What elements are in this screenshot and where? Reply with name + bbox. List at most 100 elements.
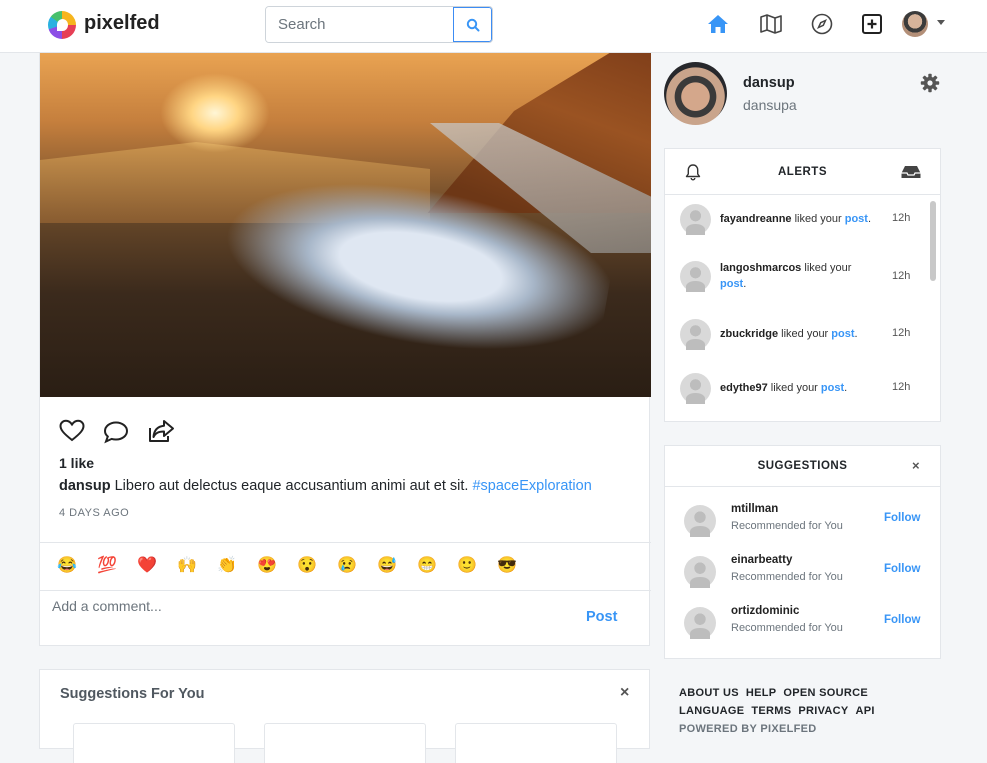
avatar[interactable] [684, 607, 716, 639]
alert-item[interactable]: zbuckridge liked your post. 12h [665, 316, 927, 356]
plus-square-icon[interactable] [860, 12, 884, 36]
footer-link-help[interactable]: HELP [746, 687, 777, 699]
profile-name[interactable]: dansup [743, 75, 795, 91]
follow-button[interactable]: Follow [884, 614, 920, 626]
alert-time: 12h [892, 212, 911, 224]
suggestion-username[interactable]: ortizdominic [731, 605, 799, 617]
alert-item[interactable]: edythe97 liked your post. 12h [665, 371, 927, 411]
suggestions-for-you-title: Suggestions For You [60, 686, 205, 702]
emoji-button[interactable]: 🙂 [457, 555, 477, 577]
alert-username[interactable]: edythe97 [720, 382, 768, 394]
search-button[interactable] [453, 7, 492, 42]
avatar[interactable] [680, 261, 711, 292]
emoji-button[interactable]: 😢 [337, 555, 357, 577]
emoji-button[interactable]: 😯 [297, 555, 317, 577]
comment-icon[interactable] [103, 420, 129, 449]
pixelfed-logo[interactable] [48, 11, 76, 39]
footer-link-about[interactable]: ABOUT US [679, 687, 739, 699]
avatar[interactable] [684, 556, 716, 588]
avatar[interactable] [684, 505, 716, 537]
footer-link-terms[interactable]: TERMS [751, 705, 791, 717]
avatar[interactable] [680, 373, 711, 404]
caption-text: Libero aut delectus eaque accusantium an… [114, 478, 469, 494]
emoji-button[interactable]: 👏 [217, 555, 237, 577]
alert-time: 12h [892, 270, 911, 282]
hashtag-link[interactable]: #spaceExploration [472, 478, 591, 494]
alert-username[interactable]: zbuckridge [720, 328, 778, 340]
suggestion-subtitle: Recommended for You [731, 571, 843, 583]
suggestion-username[interactable]: einarbeatty [731, 554, 792, 566]
suggestion-username[interactable]: mtillman [731, 503, 778, 515]
follow-button[interactable]: Follow [884, 563, 920, 575]
avatar[interactable] [680, 204, 711, 235]
comment-input[interactable]: Add a comment... [52, 598, 162, 614]
avatar[interactable] [680, 319, 711, 350]
alerts-card: ALERTS fayandreanne liked your post. 12h… [664, 148, 941, 422]
footer-link-privacy[interactable]: PRIVACY [798, 705, 848, 717]
alerts-title: ALERTS [778, 166, 827, 178]
powered-by[interactable]: POWERED BY PIXELFED [679, 720, 939, 738]
suggestion-subtitle: Recommended for You [731, 520, 843, 532]
alert-post-link[interactable]: post [821, 382, 844, 394]
map-icon[interactable] [759, 12, 783, 36]
suggestion-card[interactable] [73, 723, 235, 763]
alert-username[interactable]: langoshmarcos [720, 262, 801, 274]
suggestions-for-you-card: Suggestions For You × [39, 669, 650, 763]
follow-button[interactable]: Follow [884, 512, 920, 524]
gear-icon[interactable] [920, 73, 940, 93]
alert-post-link[interactable]: post [720, 278, 743, 290]
suggestions-card: SUGGESTIONS × mtillman Recommended for Y… [664, 445, 941, 659]
post-photo[interactable] [40, 53, 651, 397]
emoji-button[interactable]: 🙌 [177, 555, 197, 577]
footer-link-open-source[interactable]: OPEN SOURCE [783, 687, 868, 699]
suggestion-card[interactable] [264, 723, 426, 763]
alert-post-link[interactable]: post [831, 328, 854, 340]
suggestion-subtitle: Recommended for You [731, 622, 843, 634]
close-icon[interactable]: × [620, 684, 629, 702]
post-comment-button[interactable]: Post [586, 609, 617, 625]
post-card: 1 like dansup Libero aut delectus eaque … [39, 53, 651, 646]
divider [40, 590, 651, 591]
profile-avatar[interactable] [664, 62, 727, 125]
heart-icon[interactable] [59, 419, 85, 448]
suggestion-card[interactable] [455, 723, 617, 763]
suggestions-header: SUGGESTIONS × [665, 446, 940, 487]
alert-post-link[interactable]: post [845, 213, 868, 225]
share-icon[interactable] [146, 418, 176, 449]
alert-time: 12h [892, 381, 911, 393]
brand-name[interactable]: pixelfed [84, 12, 160, 35]
post-timestamp: 4 DAYS AGO [59, 507, 130, 519]
search-input[interactable] [266, 7, 454, 42]
avatar[interactable] [902, 11, 928, 37]
alert-item[interactable]: langoshmarcos liked your post. 12h [665, 257, 927, 297]
alerts-scrollbar[interactable] [930, 201, 936, 281]
emoji-button[interactable]: ❤️ [137, 555, 157, 577]
alert-username[interactable]: fayandreanne [720, 213, 792, 225]
chevron-down-icon[interactable] [937, 20, 945, 25]
caption-username[interactable]: dansup [59, 478, 111, 494]
search-icon [466, 18, 479, 31]
emoji-button[interactable]: 😎 [497, 555, 517, 577]
search-box [265, 6, 493, 43]
post-caption: dansup Libero aut delectus eaque accusan… [59, 478, 592, 494]
close-icon[interactable]: × [912, 458, 920, 473]
emoji-button[interactable]: 💯 [97, 555, 117, 577]
divider [40, 542, 651, 543]
suggestion-item: einarbeatty Recommended for You Follow [665, 554, 940, 598]
alert-time: 12h [892, 327, 911, 339]
footer-links: ABOUT US HELP OPEN SOURCE LANGUAGE TERMS PRI… [679, 684, 939, 738]
top-navbar: pixelfed [0, 0, 987, 53]
footer-link-api[interactable]: API [856, 705, 875, 717]
like-count[interactable]: 1 like [59, 455, 94, 471]
suggestion-item: ortizdominic Recommended for You Follow [665, 605, 940, 649]
home-icon[interactable] [706, 12, 730, 36]
alert-item[interactable]: fayandreanne liked your post. 12h [665, 201, 927, 241]
suggestions-title: SUGGESTIONS [757, 460, 848, 472]
footer-link-language[interactable]: LANGUAGE [679, 705, 744, 717]
inbox-icon[interactable] [900, 164, 922, 180]
emoji-button[interactable]: 😁 [417, 555, 437, 577]
emoji-button[interactable]: 😍 [257, 555, 277, 577]
emoji-button[interactable]: 😅 [377, 555, 397, 577]
compass-icon[interactable] [810, 12, 834, 36]
emoji-button[interactable]: 😂 [57, 555, 77, 577]
